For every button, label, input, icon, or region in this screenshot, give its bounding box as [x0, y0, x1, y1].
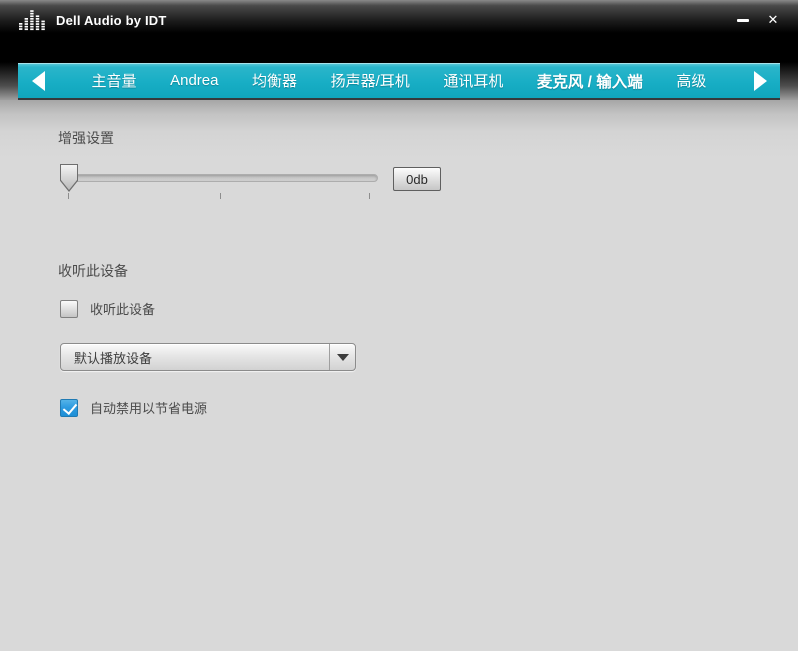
- tab-main-volume[interactable]: 主音量: [92, 70, 137, 91]
- slider-tick-min: [68, 193, 70, 199]
- equalizer-bars-icon: [19, 10, 45, 31]
- tab-microphone-input[interactable]: 麦克风 / 输入端: [537, 70, 643, 92]
- tab-comm-headset[interactable]: 通讯耳机: [443, 70, 503, 91]
- close-icon: ✕: [767, 12, 779, 27]
- power-save-checkbox[interactable]: [60, 398, 78, 417]
- playback-device-dropdown[interactable]: 默认播放设备: [60, 343, 356, 371]
- listen-section-label: 收听此设备: [58, 263, 128, 279]
- boost-section-label: 增强设置: [58, 130, 114, 146]
- app-window: Dell Audio by IDT ✕ 主音量 Andrea 均衡器 扬声器/耳…: [0, 0, 798, 651]
- gain-slider-track[interactable]: [62, 174, 378, 182]
- title-bar: Dell Audio by IDT ✕: [0, 0, 798, 40]
- prev-tabs-button[interactable]: [18, 63, 58, 98]
- window-title: Dell Audio by IDT: [56, 12, 167, 28]
- listen-device-checkbox-label: 收听此设备: [90, 302, 156, 317]
- slider-tick-mid: [220, 193, 221, 199]
- left-triangle-icon: [31, 70, 45, 91]
- listen-device-row: 收听此设备: [60, 299, 155, 318]
- tab-advanced[interactable]: 高级: [676, 70, 706, 91]
- dropdown-arrow-button[interactable]: [329, 344, 355, 370]
- playback-device-selected-value: 默认播放设备: [74, 350, 153, 366]
- slider-tick-max: [368, 193, 370, 199]
- minimize-icon: [737, 18, 749, 22]
- gain-slider: [60, 164, 378, 199]
- gain-slider-thumb-face: [61, 165, 77, 190]
- gain-slider-thumb[interactable]: [60, 164, 78, 192]
- right-triangle-icon: [753, 70, 767, 91]
- next-tabs-button[interactable]: [740, 63, 780, 98]
- tab-andrea[interactable]: Andrea: [170, 72, 218, 89]
- close-button[interactable]: ✕: [758, 6, 788, 34]
- tab-list: 主音量 Andrea 均衡器 扬声器/耳机 通讯耳机 麦克风 / 输入端 高级: [58, 63, 740, 98]
- header-band: 主音量 Andrea 均衡器 扬声器/耳机 通讯耳机 麦克风 / 输入端 高级: [0, 40, 798, 100]
- window-controls: ✕: [728, 0, 788, 40]
- tab-equalizer[interactable]: 均衡器: [252, 70, 297, 91]
- minimize-button[interactable]: [728, 6, 758, 34]
- tab-bar: 主音量 Andrea 均衡器 扬声器/耳机 通讯耳机 麦克风 / 输入端 高级: [18, 63, 780, 100]
- gain-value-readout: 0db: [393, 167, 441, 191]
- power-save-checkbox-label: 自动禁用以节省电源: [90, 401, 208, 416]
- power-save-row: 自动禁用以节省电源: [60, 398, 207, 417]
- down-triangle-icon: [336, 353, 349, 361]
- microphone-input-panel: 增强设置 0db 收听此设备 收听此设备 默认播放设备 自动禁用以节省电源: [0, 100, 798, 651]
- listen-device-checkbox[interactable]: [60, 299, 78, 318]
- tab-speakers-headphones[interactable]: 扬声器/耳机: [331, 70, 410, 91]
